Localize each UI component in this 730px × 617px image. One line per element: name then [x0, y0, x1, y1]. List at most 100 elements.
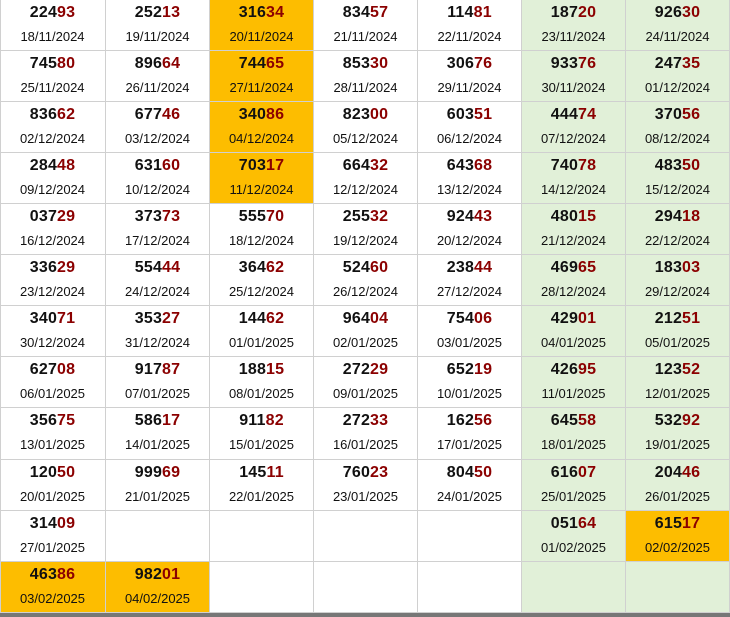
result-cell: 83662 02/12/2024 — [0, 102, 106, 153]
result-last-digits: 65 — [266, 55, 285, 72]
result-number: 65219 — [446, 361, 493, 378]
result-last-digits: 50 — [682, 157, 701, 174]
result-cell: 23844 27/12/2024 — [418, 255, 522, 306]
result-last-digits: 19 — [474, 361, 493, 378]
result-date: 20/01/2025 — [19, 489, 86, 504]
result-date: 15/12/2024 — [644, 182, 711, 197]
result-last-digits: 43 — [474, 208, 493, 225]
result-last-digits: 20 — [578, 4, 597, 21]
result-date: 26/11/2024 — [125, 80, 190, 95]
result-date: 27/01/2025 — [19, 540, 86, 555]
result-cell: 76023 23/01/2025 — [314, 460, 418, 511]
result-cell: 98201 04/02/2025 — [106, 562, 210, 613]
result-last-digits: 68 — [474, 157, 493, 174]
result-last-digits: 65 — [578, 259, 597, 276]
result-cell: 74465 27/11/2024 — [210, 51, 314, 102]
result-cell: 99969 21/01/2025 — [106, 460, 210, 511]
result-cell: 18815 08/01/2025 — [210, 357, 314, 408]
result-number: 27233 — [342, 412, 389, 429]
result-last-digits: 07 — [578, 464, 597, 481]
result-cell: 29418 22/12/2024 — [626, 204, 730, 255]
result-cell — [418, 511, 522, 562]
result-number: 33629 — [29, 259, 76, 276]
result-cell: 34086 04/12/2024 — [210, 102, 314, 153]
result-cell: 61517 02/02/2025 — [626, 511, 730, 562]
result-number: 14511 — [239, 464, 284, 481]
result-number: 64368 — [446, 157, 493, 174]
result-cell: 63160 10/12/2024 — [106, 153, 210, 204]
result-last-digits: 71 — [57, 310, 76, 327]
result-number: 29418 — [654, 208, 701, 225]
result-date: 17/01/2025 — [436, 437, 503, 452]
result-last-digits: 34 — [266, 4, 285, 21]
result-last-digits: 00 — [370, 106, 389, 123]
result-cell: 14462 01/01/2025 — [210, 306, 314, 357]
result-last-digits: 32 — [370, 208, 389, 225]
result-date: 01/12/2024 — [644, 80, 711, 95]
result-date: 16/01/2025 — [332, 437, 399, 452]
result-last-digits: 01 — [578, 310, 597, 327]
result-date: 09/12/2024 — [19, 182, 86, 197]
result-number: 48015 — [550, 208, 597, 225]
result-last-digits: 74 — [578, 106, 597, 123]
result-number: 55570 — [238, 208, 285, 225]
result-number: 42901 — [550, 310, 597, 327]
result-date: 24/11/2024 — [645, 29, 710, 44]
result-date: 02/01/2025 — [332, 335, 399, 350]
result-date: 24/01/2025 — [436, 489, 503, 504]
result-number: 80450 — [446, 464, 493, 481]
result-last-digits: 01 — [162, 566, 181, 583]
result-number: 66432 — [342, 157, 389, 174]
result-date: 29/11/2024 — [437, 80, 502, 95]
result-date: 13/12/2024 — [436, 182, 503, 197]
result-last-digits: 06 — [474, 310, 493, 327]
result-last-digits: 27 — [162, 310, 181, 327]
result-number: 11481 — [447, 4, 492, 21]
result-number: 58617 — [134, 412, 181, 429]
result-number: 34071 — [29, 310, 76, 327]
result-date: 23/12/2024 — [19, 284, 86, 299]
result-last-digits: 86 — [57, 566, 76, 583]
result-last-digits: 11 — [266, 464, 284, 481]
result-cell: 55444 24/12/2024 — [106, 255, 210, 306]
result-cell: 33629 23/12/2024 — [0, 255, 106, 306]
result-number: 25213 — [134, 4, 181, 21]
result-last-digits: 58 — [578, 412, 597, 429]
result-number: 61517 — [654, 515, 701, 532]
result-last-digits: 51 — [682, 310, 701, 327]
result-last-digits: 93 — [57, 4, 76, 21]
result-cell: 42901 04/01/2025 — [522, 306, 626, 357]
result-last-digits: 48 — [57, 157, 76, 174]
result-cell — [314, 562, 418, 613]
result-date: 16/12/2024 — [19, 233, 86, 248]
bottom-scrollbar[interactable] — [0, 613, 730, 617]
result-number: 22493 — [29, 4, 76, 21]
result-last-digits: 17 — [266, 157, 285, 174]
result-date: 29/12/2024 — [644, 284, 711, 299]
result-number: 55444 — [134, 259, 181, 276]
result-cell: 92443 20/12/2024 — [418, 204, 522, 255]
result-cell: 27229 09/01/2025 — [314, 357, 418, 408]
result-last-digits: 95 — [578, 361, 597, 378]
result-last-digits: 78 — [578, 157, 597, 174]
result-cell: 74078 14/12/2024 — [522, 153, 626, 204]
result-number: 92443 — [446, 208, 493, 225]
result-last-digits: 50 — [57, 464, 76, 481]
result-date: 05/12/2024 — [332, 131, 399, 146]
result-last-digits: 32 — [370, 157, 389, 174]
result-cell — [522, 562, 626, 613]
result-last-digits: 18 — [682, 208, 701, 225]
result-cell: 46386 03/02/2025 — [0, 562, 106, 613]
result-number: 91182 — [239, 412, 284, 429]
result-cell: 24735 01/12/2024 — [626, 51, 730, 102]
result-cell: 11481 22/11/2024 — [418, 0, 522, 51]
result-last-digits: 44 — [162, 259, 181, 276]
result-number: 74078 — [550, 157, 597, 174]
result-last-digits: 62 — [266, 259, 285, 276]
result-number: 75406 — [446, 310, 493, 327]
result-number: 74465 — [238, 55, 285, 72]
result-last-digits: 29 — [57, 259, 76, 276]
result-date: 07/01/2025 — [124, 386, 191, 401]
result-date: 13/01/2025 — [19, 437, 86, 452]
result-last-digits: 80 — [57, 55, 76, 72]
